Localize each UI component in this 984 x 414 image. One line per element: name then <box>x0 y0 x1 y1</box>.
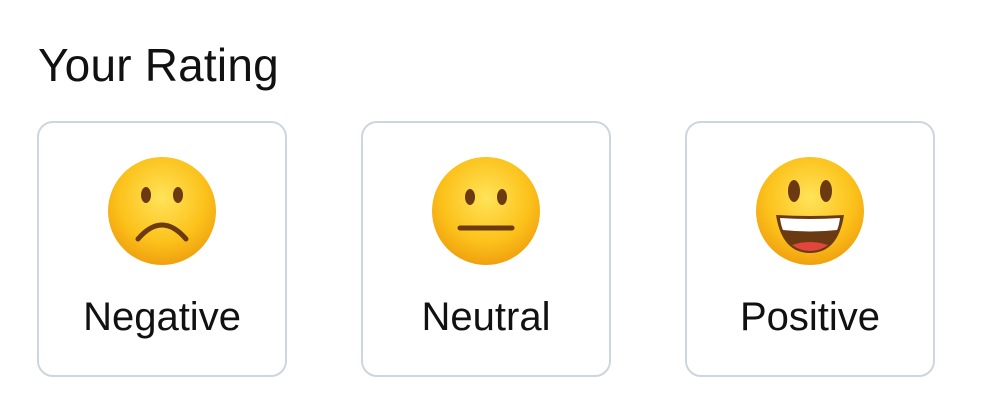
rating-option-neutral[interactable]: Neutral <box>361 121 611 377</box>
frowning-face-icon <box>108 157 216 265</box>
rating-options: Negative Neutral Positive <box>37 121 935 377</box>
rating-option-label: Negative <box>83 295 241 339</box>
rating-option-positive[interactable]: Positive <box>685 121 935 377</box>
rating-title: Your Rating <box>38 39 279 91</box>
rating-option-negative[interactable]: Negative <box>37 121 287 377</box>
rating-option-label: Neutral <box>421 295 551 339</box>
rating-panel: Your Rating Negative Neutral Positive <box>0 0 984 414</box>
rating-option-label: Positive <box>739 295 881 339</box>
neutral-face-icon <box>432 157 540 265</box>
grinning-face-icon <box>756 157 864 265</box>
